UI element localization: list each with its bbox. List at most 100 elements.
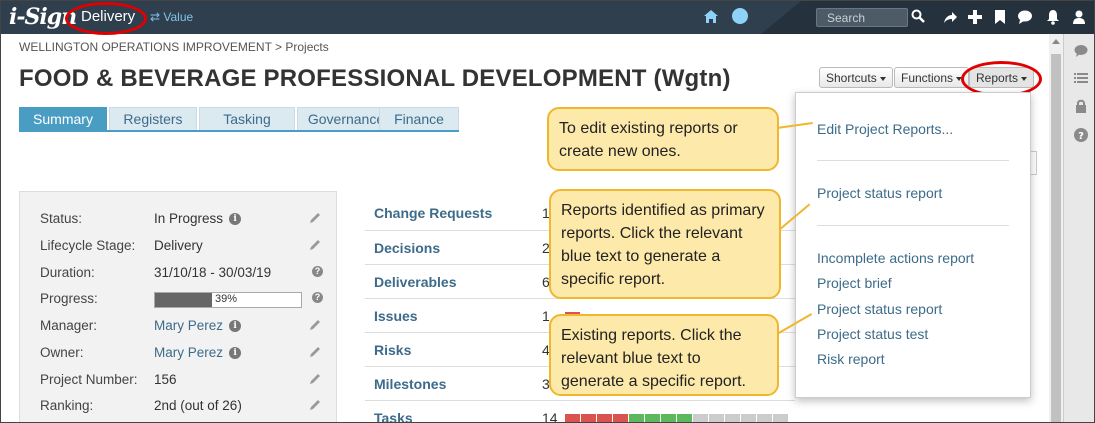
callout-primary-reports: Reports identified as primary reports. C…: [549, 189, 781, 299]
register-link-change-requests[interactable]: Change Requests: [374, 205, 492, 221]
report-incomplete-actions[interactable]: Incomplete actions report: [817, 250, 974, 266]
report-project-brief[interactable]: Project brief: [817, 275, 892, 291]
menu-divider: [817, 160, 1009, 161]
status-label: Status:: [40, 211, 83, 226]
register-count: 14: [542, 410, 558, 423]
callout-edit-reports: To edit existing reports or create new o…: [547, 107, 779, 171]
manager-value: Mary Perez i: [154, 318, 242, 333]
comment-icon[interactable]: [1074, 44, 1088, 58]
chat-icon[interactable]: [1017, 9, 1033, 25]
switch-mode-link[interactable]: ⇄ Value: [150, 10, 193, 24]
duration-value: 31/10/18 - 30/03/19: [154, 265, 272, 280]
lifecycle-label: Lifecycle Stage:: [40, 238, 136, 253]
project-number-label: Project Number:: [40, 372, 138, 387]
search-input[interactable]: Search: [816, 8, 908, 27]
progress-text: 39%: [215, 293, 238, 305]
primary-report-project-status[interactable]: Project status report: [817, 185, 942, 201]
status-segment: [693, 414, 708, 422]
status-segment: [597, 414, 612, 422]
register-link-risks[interactable]: Risks: [374, 342, 411, 358]
page-title: FOOD & BEVERAGE PROFESSIONAL DEVELOPMENT…: [19, 65, 731, 92]
mode-highlight-ring: [65, 2, 147, 35]
status-text: In Progress: [154, 211, 224, 226]
owner-link[interactable]: Mary Perez: [154, 345, 223, 360]
user-icon[interactable]: [1071, 9, 1087, 25]
tab-tasking[interactable]: Tasking: [199, 107, 295, 131]
ranking-value: 2nd (out of 26): [154, 398, 242, 413]
tab-registers[interactable]: Registers: [109, 107, 197, 131]
register-row: Tasks 14: [365, 400, 795, 423]
home-icon[interactable]: [703, 9, 719, 24]
progress-label: Progress:: [40, 291, 98, 306]
scrollbar-thumb[interactable]: [1051, 54, 1061, 422]
edit-pencil-icon[interactable]: [308, 211, 322, 225]
register-link-issues[interactable]: Issues: [374, 308, 418, 324]
report-project-status-test[interactable]: Project status test: [817, 326, 928, 342]
status-segment: [725, 414, 740, 422]
register-link-deliverables[interactable]: Deliverables: [374, 274, 457, 290]
status-segment: [741, 414, 756, 422]
status-segment: [709, 414, 724, 422]
shortcuts-button-label: Shortcuts: [826, 71, 877, 85]
reports-dropdown-menu: Edit Project Reports... Project status r…: [795, 92, 1031, 398]
tab-finance[interactable]: Finance: [379, 107, 459, 131]
notification-bell-icon[interactable]: [1045, 9, 1061, 25]
edit-pencil-icon[interactable]: [308, 345, 322, 359]
edit-pencil-icon[interactable]: [308, 398, 322, 412]
list-icon[interactable]: [1074, 71, 1088, 85]
info-icon[interactable]: i: [229, 213, 242, 226]
edit-pencil-icon[interactable]: [308, 238, 322, 252]
breadcrumb[interactable]: WELLINGTON OPERATIONS IMPROVEMENT > Proj…: [19, 40, 329, 54]
info-icon[interactable]: i: [229, 320, 242, 333]
globe-icon[interactable]: [732, 8, 748, 24]
chevron-down-icon: [879, 76, 886, 81]
add-icon[interactable]: [967, 9, 983, 25]
status-segment: [565, 414, 580, 422]
register-link-milestones[interactable]: Milestones: [374, 376, 446, 392]
functions-button[interactable]: Functions: [894, 67, 970, 88]
status-segment: [645, 414, 660, 422]
app-window: i-Sign Delivery ⇄ Value Search ? WELLING…: [0, 0, 1095, 423]
lock-icon[interactable]: [1074, 99, 1088, 113]
share-icon[interactable]: [942, 9, 958, 25]
shortcuts-button[interactable]: Shortcuts: [819, 67, 893, 88]
status-segment: [661, 414, 676, 422]
status-segment: [613, 414, 628, 422]
status-segment: [677, 414, 692, 422]
report-risk[interactable]: Risk report: [817, 351, 885, 367]
edit-pencil-icon[interactable]: [308, 318, 322, 332]
functions-button-label: Functions: [901, 71, 954, 85]
search-icon[interactable]: [911, 9, 925, 23]
vertical-scrollbar[interactable]: [1049, 34, 1063, 422]
project-info-panel: Status: In Progress i Lifecycle Stage: De…: [19, 191, 337, 422]
scroll-up-arrow-icon[interactable]: [1052, 39, 1060, 44]
status-segment: [629, 414, 644, 422]
project-number-value: 156: [154, 372, 177, 387]
status-segment: [581, 414, 596, 422]
manager-link[interactable]: Mary Perez: [154, 318, 223, 333]
edit-pencil-icon[interactable]: [308, 372, 322, 386]
tab-summary[interactable]: Summary: [19, 107, 107, 131]
register-link-decisions[interactable]: Decisions: [374, 240, 440, 256]
register-link-tasks[interactable]: Tasks: [374, 410, 413, 422]
menu-divider: [817, 225, 1009, 226]
progress-bar: 39%: [154, 292, 302, 308]
manager-label: Manager:: [40, 318, 98, 333]
callout-existing-reports: Existing reports. Click the relevant blu…: [549, 314, 779, 396]
help-icon[interactable]: ?: [312, 266, 323, 277]
bookmark-icon[interactable]: [992, 9, 1008, 25]
help-icon[interactable]: ?: [312, 292, 323, 303]
report-project-status[interactable]: Project status report: [817, 301, 942, 317]
ranking-label: Ranking:: [40, 398, 94, 413]
edit-project-reports-link[interactable]: Edit Project Reports...: [817, 121, 953, 137]
duration-label: Duration:: [40, 265, 95, 280]
top-nav-bar: i-Sign Delivery ⇄ Value Search: [1, 1, 1094, 35]
owner-label: Owner:: [40, 345, 84, 360]
status-value: In Progress i: [154, 211, 242, 226]
owner-value: Mary Perez i: [154, 345, 242, 360]
help-icon[interactable]: ?: [1074, 128, 1088, 142]
progress-fill: [155, 293, 212, 307]
status-segment: [773, 414, 788, 422]
svg-text:?: ?: [1078, 131, 1084, 142]
info-icon[interactable]: i: [229, 347, 242, 360]
